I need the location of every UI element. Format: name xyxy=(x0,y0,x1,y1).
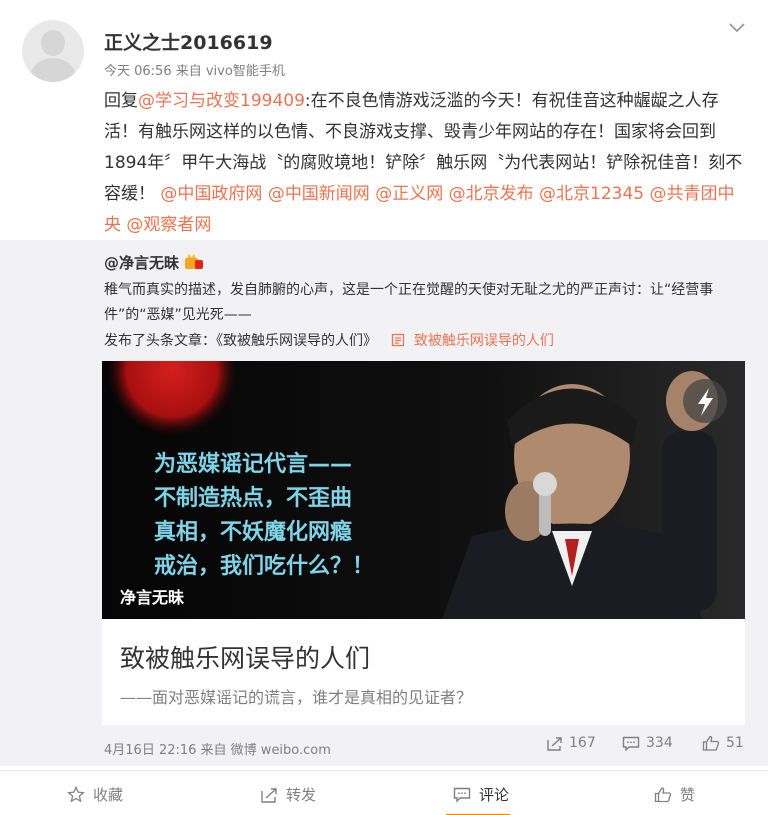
article-card[interactable]: 为恶媒谣记代言—— 不制造热点，不歪曲 真相，不妖魔化网瘾 戒治，我们吃什么？！… xyxy=(102,361,745,725)
article-icon xyxy=(392,333,405,347)
cover-watermark: 净言无昧 xyxy=(120,588,185,607)
action-bar: 收藏 转发 评论 赞 xyxy=(0,770,768,815)
reply-prefix: 回复 xyxy=(104,91,138,111)
like-count[interactable]: 51 xyxy=(702,735,744,751)
chevron-down-icon[interactable] xyxy=(726,16,748,38)
share-icon xyxy=(261,787,277,803)
forward-label: 转发 xyxy=(286,786,317,804)
collect-label: 收藏 xyxy=(93,786,124,804)
post-meta: 今天 06:56 来自 vivo智能手机 xyxy=(104,64,285,79)
repost-count[interactable]: 167 xyxy=(546,735,596,751)
article-link[interactable]: 致被触乐网误导的人们 xyxy=(414,333,554,349)
overlay-line: 为恶媒谣记代言—— xyxy=(154,451,352,477)
username[interactable]: 正义之士2016619 xyxy=(104,28,273,55)
thumbs-up-icon xyxy=(702,735,720,751)
avatar[interactable] xyxy=(22,20,84,82)
repost-text: 稚气而真实的描述，发自肺腑的心声，这是一个正在觉醒的天使对无耻之尤的严正声讨：让… xyxy=(104,282,714,323)
like-button[interactable]: 赞 xyxy=(654,784,695,805)
comment-count[interactable]: 334 xyxy=(622,735,673,751)
article-prefix: 发布了头条文章：《致被触乐网误导的人们》 xyxy=(104,333,377,349)
comment-icon xyxy=(622,736,640,751)
vip-crown-icon xyxy=(185,254,203,269)
avatar-body xyxy=(30,58,76,82)
mention-link[interactable]: @北京发布 xyxy=(449,184,534,204)
repost-author[interactable]: @净言无昧 xyxy=(104,252,179,273)
article-subtitle: ——面对恶媒谣记的谎言，谁才是真相的见证者？ xyxy=(120,688,473,707)
thumbs-up-icon xyxy=(654,787,672,803)
like-label: 赞 xyxy=(680,786,696,804)
mention-link[interactable]: @学习与改变199409 xyxy=(138,91,305,111)
article-line: 发布了头条文章：《致被触乐网误导的人们》 致被触乐网误导的人们 xyxy=(104,330,554,350)
comment-label: 评论 xyxy=(479,786,510,804)
mention-link[interactable]: @中国新闻网 xyxy=(268,184,370,204)
weibo-post: 正义之士2016619 今天 06:56 来自 vivo智能手机 回复@学习与改… xyxy=(0,0,768,815)
comment-count-value: 334 xyxy=(646,735,673,751)
article-cover-image[interactable]: 为恶媒谣记代言—— 不制造热点，不歪曲 真相，不妖魔化网瘾 戒治，我们吃什么？！… xyxy=(102,361,745,619)
article-title[interactable]: 致被触乐网误导的人们 xyxy=(120,639,370,675)
mention-link[interactable]: @观察者网 xyxy=(126,215,211,235)
repost-count-value: 167 xyxy=(569,735,596,751)
overlay-line: 戒治，我们吃什么？！ xyxy=(154,553,374,579)
mention-link[interactable]: @中国政府网 xyxy=(160,184,262,204)
collect-button[interactable]: 收藏 xyxy=(67,784,123,805)
post-text: 回复@学习与改变199409:在不良色情游戏泛滥的今天！有祝佳音这种龌龊之人存活… xyxy=(104,86,744,241)
comment-icon xyxy=(453,787,471,803)
cover-photo: 为恶媒谣记代言—— 不制造热点，不歪曲 真相，不妖魔化网瘾 戒治，我们吃什么？！… xyxy=(102,361,745,619)
avatar-head xyxy=(41,30,65,56)
mention-link[interactable]: @北京12345 xyxy=(539,184,644,204)
like-count-value: 51 xyxy=(726,735,744,751)
mention-link[interactable]: @正义网 xyxy=(375,184,443,204)
forward-button[interactable]: 转发 xyxy=(260,784,316,805)
repost-block[interactable]: @净言无昧 稚气而真实的描述，发自肺腑的心声，这是一个正在觉醒的天使对无耻之尤的… xyxy=(0,240,768,766)
repost-date[interactable]: 4月16日 22:16 来自 微博 weibo.com xyxy=(104,739,331,758)
star-icon xyxy=(67,786,85,803)
share-icon xyxy=(547,736,562,751)
overlay-line: 不制造热点，不歪曲 xyxy=(154,485,352,511)
comment-tab[interactable]: 评论 xyxy=(453,784,509,805)
overlay-line: 真相，不妖魔化网瘾 xyxy=(154,519,352,545)
